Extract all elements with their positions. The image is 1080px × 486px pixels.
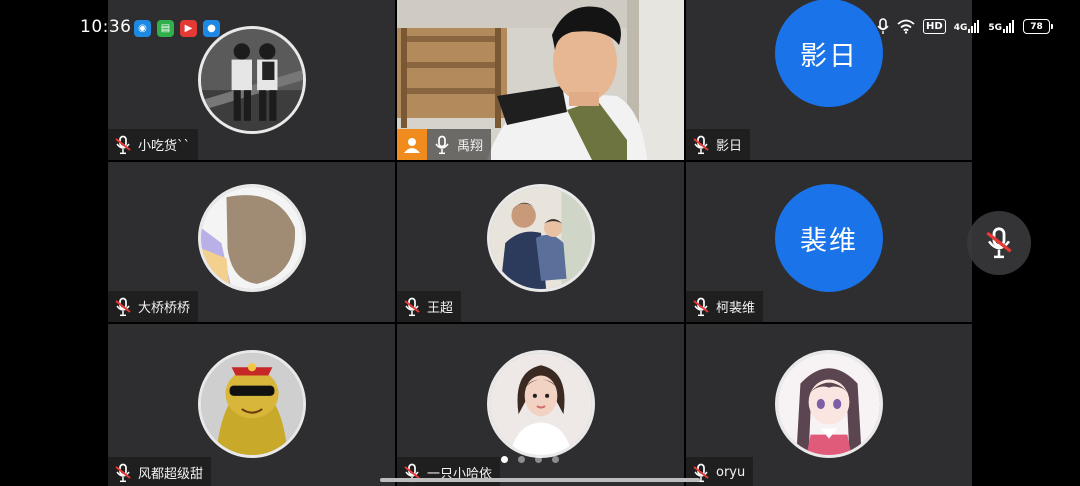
signal-5g: 5G — [988, 20, 1015, 33]
video-app-icon: ▶ — [180, 20, 197, 37]
participant-tile[interactable]: 大桥桥桥 — [108, 162, 395, 322]
participant-avatar — [197, 350, 306, 458]
page-dot[interactable] — [535, 456, 542, 463]
mute-toggle-button[interactable] — [967, 211, 1031, 275]
text-avatar: 影日 — [775, 0, 883, 107]
participant-name: 大桥桥桥 — [138, 301, 191, 316]
microphone-icon — [877, 18, 889, 34]
participant-tile[interactable]: 王超 — [397, 162, 684, 322]
participant-name: 柯裴维 — [716, 301, 756, 316]
name-tag: 风都超级甜 — [108, 457, 212, 486]
participant-tile[interactable]: 风都超级甜 — [108, 324, 395, 486]
name-tag: 王超 — [397, 291, 462, 322]
participant-avatar — [486, 184, 595, 292]
participant-name: 小吃货`` — [138, 139, 191, 154]
participant-tile[interactable]: oryu — [686, 324, 972, 486]
page-dot[interactable] — [518, 456, 525, 463]
meeting-app-icon: ● — [203, 20, 220, 37]
mic-muted-icon — [984, 226, 1014, 260]
wechat-app-icon: ▤ — [157, 20, 174, 37]
participant-name: 风都超级甜 — [138, 467, 204, 482]
clock: 10:36 — [80, 17, 132, 37]
browser-app-icon: ◉ — [134, 20, 151, 37]
text-avatar: 裴维 — [775, 184, 883, 292]
hd-voice-badge: HD — [923, 19, 946, 34]
page-dot[interactable] — [552, 456, 559, 463]
notification-icons: ◉ ▤ ▶ ● — [134, 20, 220, 37]
mic-muted-icon — [692, 135, 710, 155]
page-indicator[interactable] — [501, 456, 559, 463]
participant-name: 王超 — [427, 301, 454, 316]
participant-grid: 小吃货`` 禹翔 影日 影日 大桥桥桥 王超 裴维 柯裴维 风都超级甜 一只小哈… — [108, 0, 972, 486]
participant-name: 影日 — [716, 139, 743, 154]
name-tag: 小吃货`` — [108, 129, 199, 160]
participant-name: 禹翔 — [457, 139, 484, 154]
network-5g-label: 5G — [988, 23, 1002, 33]
network-4g-label: 4G — [953, 23, 968, 33]
participant-tile[interactable]: 裴维 柯裴维 — [686, 162, 972, 322]
participant-avatar — [197, 26, 306, 134]
battery-icon: 78 — [1023, 19, 1053, 34]
mic-muted-icon — [692, 297, 710, 317]
name-tag: 大桥桥桥 — [108, 291, 199, 322]
signal-bars-icon — [1003, 20, 1014, 33]
participant-avatar — [197, 184, 306, 292]
participant-video-tile[interactable]: 禹翔 — [397, 0, 684, 160]
wifi-icon — [897, 19, 915, 34]
home-indicator[interactable] — [380, 478, 700, 482]
participant-name: oryu — [716, 465, 746, 480]
signal-4g: 4G — [954, 20, 981, 33]
name-tag: 影日 — [686, 129, 751, 160]
name-tag: 柯裴维 — [686, 291, 764, 322]
mic-on-icon — [433, 135, 451, 155]
participant-avatar — [486, 350, 595, 458]
system-icons: HD 4G 5G 78 — [877, 18, 1053, 35]
person-icon — [404, 137, 420, 153]
signal-bars-icon — [968, 20, 980, 33]
mic-muted-icon — [114, 463, 132, 483]
mic-muted-icon — [114, 135, 132, 155]
mic-muted-icon — [403, 297, 421, 317]
host-badge — [397, 129, 427, 160]
mic-muted-icon — [114, 297, 132, 317]
participant-avatar — [775, 350, 883, 458]
page-dot[interactable] — [501, 456, 508, 463]
name-tag: 禹翔 — [397, 129, 492, 160]
